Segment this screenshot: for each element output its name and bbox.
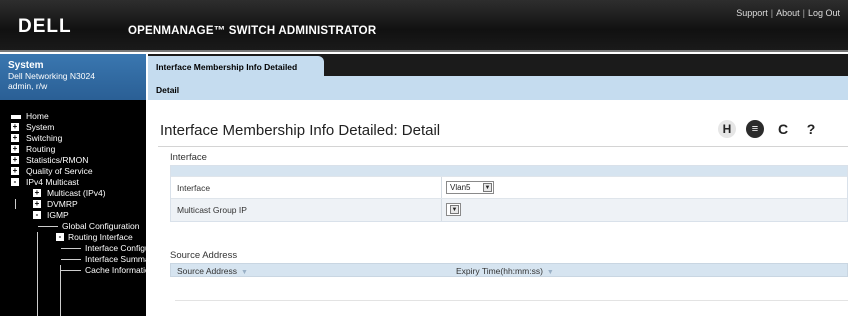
expand-icon[interactable]: + [11,145,19,153]
multicast-group-ip-select[interactable]: ▼ [446,203,461,216]
system-title: System [8,60,44,71]
subtab-bar: Detail [148,76,848,100]
nav-item-interface-summary[interactable]: Interface Summary [0,254,146,265]
tab-bar: Interface Membership Info Detailed Detai… [148,54,848,100]
collapse-icon[interactable]: - [56,233,64,241]
expand-icon[interactable]: + [33,189,41,197]
dell-logo: DELL [18,16,72,37]
nav-item-dvmrp[interactable]: + DVMRP [0,199,146,210]
nav-item-switching[interactable]: + Switching [0,133,146,144]
nav-item-home[interactable]: Home [0,111,146,122]
collapse-icon[interactable]: - [11,178,19,186]
nav-item-interface-configuration[interactable]: Interface Configuration [0,243,146,254]
sort-icon: ▼ [546,269,554,276]
source-address-table-header: Source Address ▼ Expiry Time(hh:mm:ss) ▼ [170,263,848,277]
expand-icon[interactable]: + [11,156,19,164]
interface-table: Interface Vlan5 ▼ Multicast Group IP ▼ [170,165,848,222]
interface-label: Interface [177,183,211,193]
nav-item-global-configuration[interactable]: Global Configuration [0,221,146,232]
about-link[interactable]: About [776,8,800,18]
interface-select[interactable]: Vlan5 ▼ [446,181,494,194]
chevron-down-icon: ▼ [483,183,492,192]
bottom-divider [175,300,848,301]
nav-item-qos[interactable]: + Quality of Service [0,166,146,177]
interface-section-label: Interface [170,152,207,163]
nav-item-igmp[interactable]: - IGMP [0,210,146,221]
help-icon[interactable]: ? [802,120,820,138]
table-header-row [171,166,847,177]
subtab-detail[interactable]: Detail [156,85,179,95]
expand-icon[interactable]: + [33,200,41,208]
top-links: Support | About | Log Out [736,8,840,18]
nav-tree: Home + System + Switching + Routing + St… [0,100,146,316]
chevron-down-icon: ▼ [450,205,459,214]
page-title: Interface Membership Info Detailed: Deta… [160,122,441,139]
column-source-address[interactable]: Source Address ▼ [177,266,248,276]
table-row: Multicast Group IP ▼ [171,199,847,221]
print-icon[interactable]: ≡ [746,120,764,138]
app-title: OPENMANAGE™ SWITCH ADMINISTRATOR [128,25,377,37]
expand-icon[interactable]: + [11,167,19,175]
nav-item-multicast-ipv4[interactable]: + Multicast (IPv4) [0,188,146,199]
refresh-icon[interactable]: C [774,120,792,138]
h-icon[interactable]: H [718,120,736,138]
multicast-group-ip-label: Multicast Group IP [177,205,247,215]
logout-link[interactable]: Log Out [808,8,840,18]
user-info: admin, r/w [8,81,48,91]
nav-item-statistics-rmon[interactable]: + Statistics/RMON [0,155,146,166]
table-row: Interface Vlan5 ▼ [171,177,847,199]
app-header: DELL OPENMANAGE™ SWITCH ADMINISTRATOR Su… [0,0,848,52]
nav-item-routing-interface[interactable]: - Routing Interface [0,232,146,243]
nav-item-ipv4-multicast[interactable]: - IPv4 Multicast [0,177,146,188]
nav-item-cache-information[interactable]: Cache Information [0,265,146,276]
home-icon [11,115,21,119]
expand-icon[interactable]: + [11,123,19,131]
source-address-section-label: Source Address [170,250,238,261]
system-info-box: System Dell Networking N3024 admin, r/w [0,54,146,100]
expand-icon[interactable]: + [11,134,19,142]
device-name: Dell Networking N3024 [8,71,95,81]
sort-icon: ▼ [241,269,248,276]
tab-interface-membership-info-detailed[interactable]: Interface Membership Info Detailed [148,56,324,76]
nav-item-routing[interactable]: + Routing [0,144,146,155]
nav-item-system[interactable]: + System [0,122,146,133]
title-divider [158,146,848,147]
column-expiry-time[interactable]: Expiry Time(hh:mm:ss) ▼ [456,266,554,276]
collapse-icon[interactable]: - [33,211,41,219]
support-link[interactable]: Support [736,8,768,18]
